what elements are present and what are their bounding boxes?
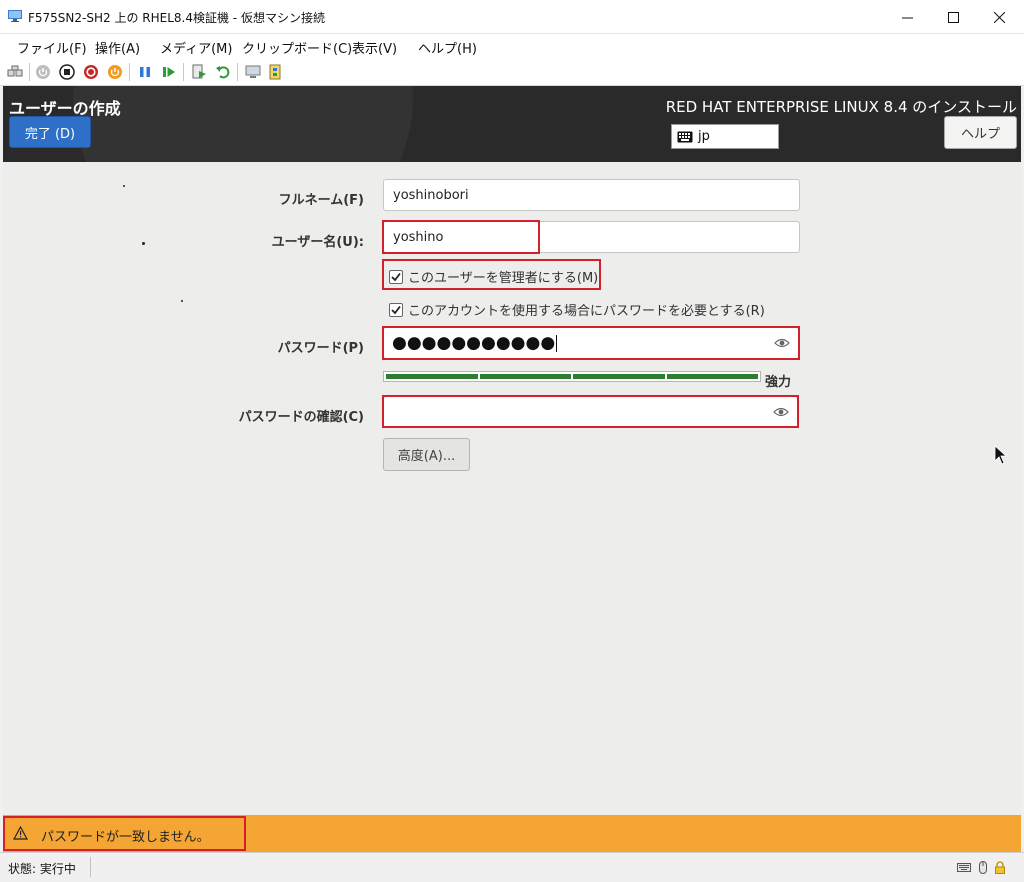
screen-speck — [181, 300, 183, 302]
strength-segment — [666, 374, 758, 379]
fullname-value: yoshinobori — [393, 188, 469, 203]
username-label: ユーザー名(U): — [271, 235, 364, 250]
screen-speck — [142, 242, 145, 245]
fullname-label: フルネーム(F) — [278, 193, 364, 208]
ctrl-alt-del-icon[interactable] — [7, 64, 23, 80]
mouse-pointer-icon — [994, 445, 1007, 465]
text-caret — [556, 334, 558, 352]
vm-connection-window: F575SN2-SH2 上の RHEL8.4検証機 - 仮想マシン接続 ファイル… — [0, 0, 1024, 882]
password-strength-bar — [383, 371, 761, 382]
vm-status: 状態: 実行中 — [8, 862, 76, 876]
fullname-field[interactable]: yoshinobori — [383, 179, 800, 211]
confirm-password-field[interactable] — [383, 396, 798, 428]
require-password-label: このアカウントを使用する場合にパスワードを必要とする(R) — [408, 304, 765, 319]
resume-icon[interactable] — [161, 64, 177, 80]
mouse-status-icon — [979, 861, 987, 874]
enhanced-session-icon[interactable] — [245, 64, 261, 80]
checkmark-icon — [391, 305, 401, 314]
show-password-eye-icon[interactable] — [774, 337, 790, 349]
minimize-button[interactable] — [884, 0, 930, 34]
title-bar: F575SN2-SH2 上の RHEL8.4検証機 - 仮想マシン接続 — [0, 0, 1024, 34]
menu-action[interactable]: 操作(A) — [95, 38, 140, 57]
pause-icon[interactable] — [137, 64, 153, 80]
turn-off-icon[interactable] — [59, 64, 75, 80]
confirm-password-label: パスワードの確認(C) — [238, 410, 364, 425]
close-button[interactable] — [976, 0, 1022, 34]
menu-help[interactable]: ヘルプ(H) — [418, 38, 477, 57]
header-decoration — [73, 86, 413, 162]
product-title: RED HAT ENTERPRISE LINUX 8.4 のインストール — [665, 98, 1017, 116]
require-password-checkbox-row[interactable]: このアカウントを使用する場合にパスワードを必要とする(R) — [389, 300, 765, 319]
status-divider — [90, 857, 91, 877]
close-icon — [993, 11, 1005, 23]
menu-view[interactable]: 表示(V) — [352, 38, 397, 57]
warning-message: パスワードが一致しません。 — [41, 830, 210, 845]
menu-clipboard[interactable]: クリップボード(C) — [242, 38, 352, 57]
strength-segment — [479, 374, 571, 379]
keyboard-status-icon — [957, 863, 971, 872]
admin-checkbox-label: このユーザーを管理者にする(M) — [408, 271, 599, 286]
start-icon[interactable] — [35, 64, 51, 80]
strength-segment — [386, 374, 478, 379]
checkpoint-icon[interactable] — [191, 64, 207, 80]
menu-bar: ファイル(F) 操作(A) メディア(M) クリップボード(C) 表示(V) ヘ… — [0, 34, 1024, 58]
help-button[interactable]: ヘルプ — [944, 116, 1017, 149]
guest-screen: ユーザーの作成 完了 (D) RED HAT ENTERPRISE LINUX … — [3, 86, 1021, 852]
save-icon[interactable] — [107, 64, 123, 80]
require-password-checkbox[interactable] — [389, 302, 403, 317]
checkmark-icon — [391, 272, 401, 281]
maximize-icon — [947, 11, 959, 23]
advanced-button[interactable]: 高度(A)... — [383, 438, 470, 471]
menu-media[interactable]: メディア(M) — [160, 38, 232, 57]
shutdown-icon[interactable] — [83, 64, 99, 80]
toolbar — [0, 58, 1024, 86]
minimize-icon — [901, 17, 913, 18]
warning-icon — [13, 826, 28, 840]
menu-file[interactable]: ファイル(F) — [17, 38, 87, 57]
admin-checkbox-row[interactable]: このユーザーを管理者にする(M) — [389, 267, 598, 286]
strength-segment — [573, 374, 665, 379]
keyboard-layout-indicator[interactable]: jp — [671, 124, 779, 149]
done-button[interactable]: 完了 (D) — [9, 116, 91, 148]
password-masked-value: ●●●●●●●●●●● — [392, 333, 558, 353]
window-title: F575SN2-SH2 上の RHEL8.4検証機 - 仮想マシン接続 — [28, 11, 325, 25]
revert-icon[interactable] — [215, 64, 231, 80]
keyboard-icon — [677, 131, 693, 142]
screen-speck — [123, 185, 125, 187]
lock-icon — [995, 861, 1005, 874]
vm-connection-icon — [8, 10, 22, 22]
username-field[interactable]: yoshino — [383, 221, 800, 253]
maximize-button[interactable] — [930, 0, 976, 34]
keyboard-layout-label: jp — [698, 129, 710, 144]
warning-bar[interactable]: パスワードが一致しません。 — [3, 815, 1021, 852]
password-strength-label: 強力 — [765, 375, 792, 390]
admin-checkbox[interactable] — [389, 269, 403, 284]
installer-header: ユーザーの作成 完了 (D) RED HAT ENTERPRISE LINUX … — [3, 86, 1021, 162]
password-label: パスワード(P) — [277, 341, 364, 356]
password-field[interactable]: ●●●●●●●●●●● — [383, 327, 799, 359]
show-password-eye-icon[interactable] — [773, 406, 789, 418]
username-value: yoshino — [393, 230, 444, 245]
status-bar: 状態: 実行中 — [0, 852, 1024, 882]
share-icon[interactable] — [268, 64, 284, 80]
